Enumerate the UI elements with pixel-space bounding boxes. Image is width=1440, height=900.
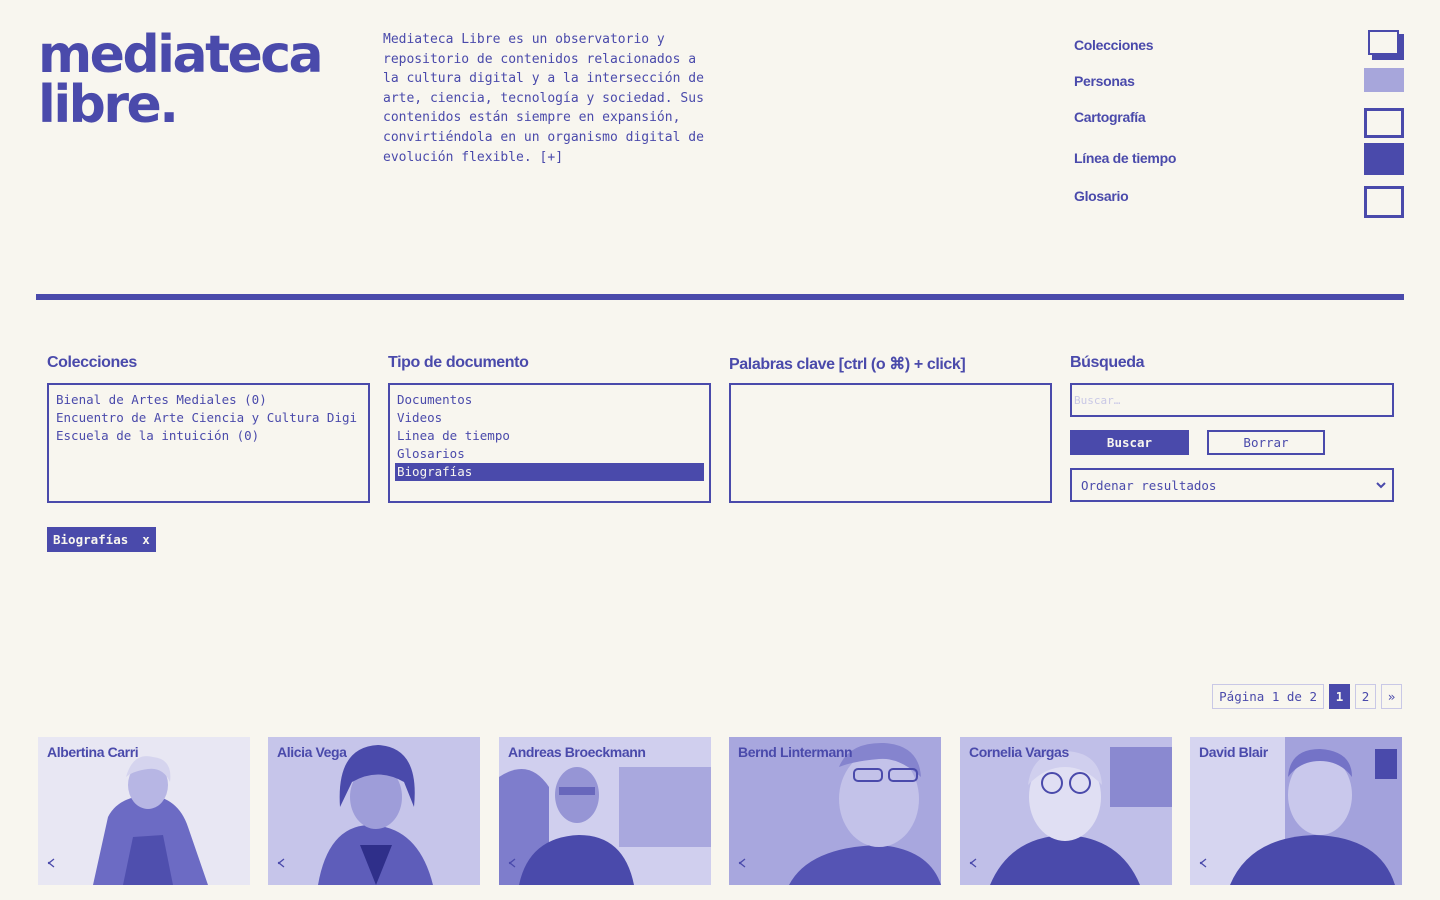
nav-item-linea-de-tiempo[interactable]: Línea de tiempo (1074, 143, 1404, 175)
intro-text: Mediateca Libre es un observatorio y rep… (383, 30, 713, 167)
pagination: Página 1 de 2 1 2 » (1212, 684, 1402, 709)
logo-line-2: libre. (38, 75, 179, 135)
result-card[interactable]: Andreas Broeckmann (499, 737, 711, 885)
result-card[interactable]: Cornelia Vargas (960, 737, 1172, 885)
active-filter-tag: Biografías x (47, 527, 156, 552)
keywords-filter-title: Palabras clave [ctrl (o ⌘) + click] (729, 356, 966, 373)
glosario-square-icon (1364, 186, 1404, 218)
keywords-listbox[interactable] (729, 383, 1052, 503)
result-card[interactable]: Bernd Lintermann (729, 737, 941, 885)
doc-type-option-selected[interactable]: Biografías (395, 463, 704, 481)
linea-de-tiempo-square-icon (1364, 143, 1404, 175)
share-icon[interactable] (738, 858, 747, 868)
collection-option[interactable]: Encuentro de Arte Ciencia y Cultura Digi (49, 409, 368, 427)
nav-label-personas[interactable]: Personas (1074, 73, 1135, 89)
nav-label-glosario[interactable]: Glosario (1074, 188, 1129, 204)
cartografia-square-icon (1364, 108, 1404, 138)
collections-listbox[interactable]: Bienal de Artes Mediales (0) Encuentro d… (47, 383, 370, 503)
collection-option[interactable]: Escuela de la intuición (0) (49, 427, 368, 445)
results-grid: Albertina Carri Alicia Vega Andreas Broe… (38, 737, 1403, 885)
doc-type-option[interactable]: Documentos (390, 391, 709, 409)
person-name: Cornelia Vargas (969, 744, 1069, 760)
share-icon[interactable] (508, 858, 517, 868)
colecciones-square-icon (1368, 30, 1404, 60)
person-name: Bernd Lintermann (738, 744, 853, 760)
active-filter-label: Biografías (53, 532, 129, 547)
result-card[interactable]: David Blair (1190, 737, 1402, 885)
site-logo[interactable]: mediateca libre. (38, 25, 324, 135)
page-2-button[interactable]: 2 (1355, 684, 1376, 709)
share-icon[interactable] (277, 858, 286, 868)
nav-item-cartografia[interactable]: Cartografía (1074, 106, 1404, 138)
nav-label-cartografia[interactable]: Cartografía (1074, 109, 1146, 125)
doc-type-option[interactable]: Glosarios (390, 445, 709, 463)
share-icon[interactable] (47, 858, 56, 868)
doc-type-option[interactable]: Linea de tiempo (390, 427, 709, 445)
person-name: Andreas Broeckmann (508, 744, 646, 760)
result-card[interactable]: Albertina Carri (38, 737, 250, 885)
sort-select[interactable]: Ordenar resultados (1070, 468, 1394, 502)
nav-item-glosario[interactable]: Glosario (1074, 181, 1404, 218)
remove-filter-button[interactable]: x (142, 532, 150, 547)
person-name: Alicia Vega (277, 744, 347, 760)
page-1-button[interactable]: 1 (1329, 684, 1350, 709)
header-divider (36, 294, 1404, 300)
search-filter-title: Búsqueda (1070, 354, 1145, 371)
collection-option[interactable]: Bienal de Artes Mediales (0) (49, 391, 368, 409)
share-icon[interactable] (969, 858, 978, 868)
nav-item-colecciones[interactable]: Colecciones (1074, 30, 1404, 60)
pagination-info: Página 1 de 2 (1212, 684, 1324, 709)
intro-body: Mediateca Libre es un observatorio y rep… (383, 32, 704, 165)
nav-label-colecciones[interactable]: Colecciones (1074, 37, 1153, 53)
nav-label-linea-de-tiempo[interactable]: Línea de tiempo (1074, 150, 1176, 166)
nav-item-personas[interactable]: Personas (1074, 68, 1404, 92)
chevron-down-icon (1376, 482, 1386, 489)
next-page-button[interactable]: » (1381, 684, 1402, 709)
clear-button[interactable]: Borrar (1207, 430, 1325, 455)
person-name: Albertina Carri (47, 744, 139, 760)
main-nav: Colecciones Personas Cartografía Línea d… (1074, 30, 1404, 218)
sort-select-value: Ordenar resultados (1081, 477, 1217, 493)
intro-more-link[interactable]: [+] (540, 150, 563, 165)
logo-line-1: mediateca (38, 25, 324, 85)
search-button[interactable]: Buscar (1070, 430, 1189, 455)
collections-filter-title: Colecciones (47, 354, 137, 371)
person-name: David Blair (1199, 744, 1268, 760)
doc-type-filter-title: Tipo de documento (388, 354, 529, 371)
search-input[interactable] (1070, 383, 1394, 417)
share-icon[interactable] (1199, 858, 1208, 868)
personas-square-icon (1364, 68, 1404, 92)
doc-type-option[interactable]: Videos (390, 409, 709, 427)
result-card[interactable]: Alicia Vega (268, 737, 480, 885)
doc-type-listbox[interactable]: Documentos Videos Linea de tiempo Glosar… (388, 383, 711, 503)
